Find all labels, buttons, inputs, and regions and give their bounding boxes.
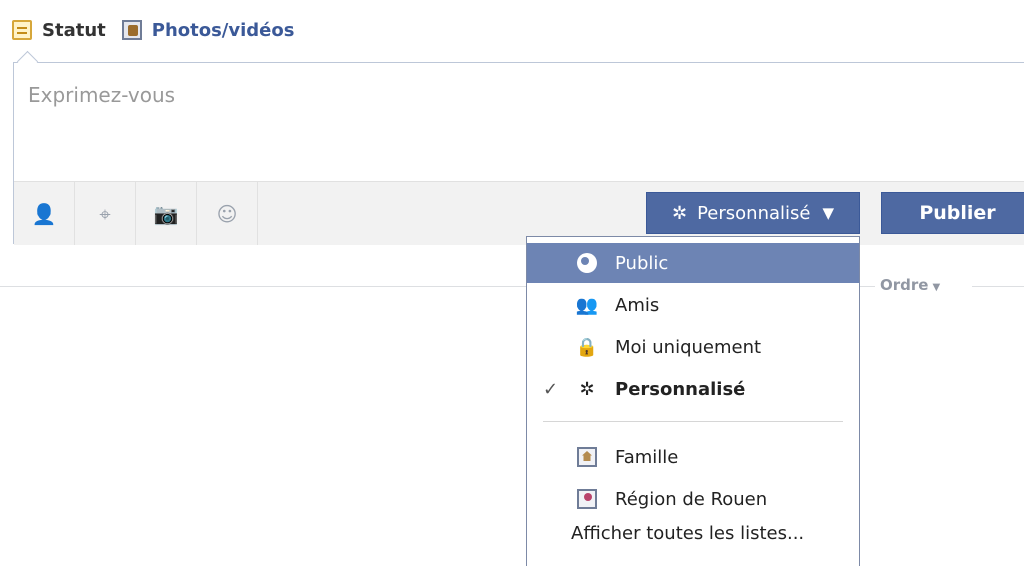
show-all-lists-link[interactable]: Afficher toutes les listes... [571, 523, 804, 544]
audience-dropdown: Public 👥 Amis 🔒 Moi uniquement ✓ ✲ Perso… [526, 236, 860, 566]
tab-photos-videos[interactable]: Photos/vidéos [121, 19, 295, 41]
chevron-down-icon: ▼ [932, 282, 941, 293]
status-icon [12, 20, 32, 40]
menu-item-custom[interactable]: ✓ ✲ Personnalisé [527, 369, 859, 409]
menu-item-label: Public [615, 252, 669, 274]
sort-order-label: Ordre [880, 276, 929, 294]
composer-tools: 👤 ⌖ 📷 ☺ [14, 182, 258, 245]
menu-item-region-rouen[interactable]: Région de Rouen [527, 479, 859, 519]
smile-icon: ☺ [216, 201, 238, 226]
menu-item-only-me[interactable]: 🔒 Moi uniquement [527, 327, 859, 367]
house-icon [575, 445, 599, 469]
photo-icon [121, 20, 142, 40]
menu-item-label: Moi uniquement [615, 336, 762, 358]
location-pin-icon [575, 487, 599, 511]
menu-divider [543, 421, 843, 422]
divider [972, 286, 1024, 287]
menu-item-label: Personnalisé [615, 378, 746, 400]
tag-friends-button[interactable]: 👤 [14, 182, 75, 245]
status-input[interactable]: Exprimez-vous [28, 83, 175, 107]
friends-icon: 👥 [575, 294, 599, 316]
add-person-icon: 👤 [31, 201, 57, 226]
gear-icon: ✲ [579, 378, 595, 400]
menu-item-label: Famille [615, 446, 679, 468]
chevron-down-icon: ▼ [822, 204, 835, 222]
menu-item-label: Amis [615, 294, 660, 316]
audience-selector-button[interactable]: ✲ Personnalisé ▼ [646, 192, 860, 234]
location-icon: ⌖ [99, 201, 111, 226]
globe-icon [575, 251, 599, 275]
audience-label: Personnalisé [697, 202, 811, 224]
composer-footer: 👤 ⌖ 📷 ☺ ✲ Personnalisé ▼ Publier [14, 181, 1024, 245]
menu-item-family[interactable]: Famille [527, 437, 859, 477]
menu-item-public[interactable]: Public [527, 243, 859, 283]
menu-item-friends[interactable]: 👥 Amis [527, 285, 859, 325]
camera-button[interactable]: 📷 [136, 182, 197, 245]
composer-box: Exprimez-vous 👤 ⌖ 📷 ☺ ✲ Personnalisé ▼ P… [13, 50, 1024, 245]
lock-icon: 🔒 [575, 336, 599, 358]
location-button[interactable]: ⌖ [75, 182, 136, 245]
camera-icon: 📷 [153, 201, 179, 226]
tab-status[interactable]: Statut [12, 20, 106, 41]
sort-order-button[interactable]: Ordre ▼ [880, 276, 940, 294]
gear-icon: ✲ [671, 202, 688, 224]
composer-tabs: Statut Photos/vidéos [12, 16, 310, 44]
checkmark-icon: ✓ [543, 378, 559, 400]
tab-photos-videos-label: Photos/vidéos [151, 19, 295, 41]
tab-status-label: Statut [42, 19, 106, 41]
publish-button[interactable]: Publier [881, 192, 1024, 234]
composer-pointer [16, 50, 39, 73]
menu-item-label: Région de Rouen [615, 488, 768, 510]
emoji-button[interactable]: ☺ [197, 182, 258, 245]
